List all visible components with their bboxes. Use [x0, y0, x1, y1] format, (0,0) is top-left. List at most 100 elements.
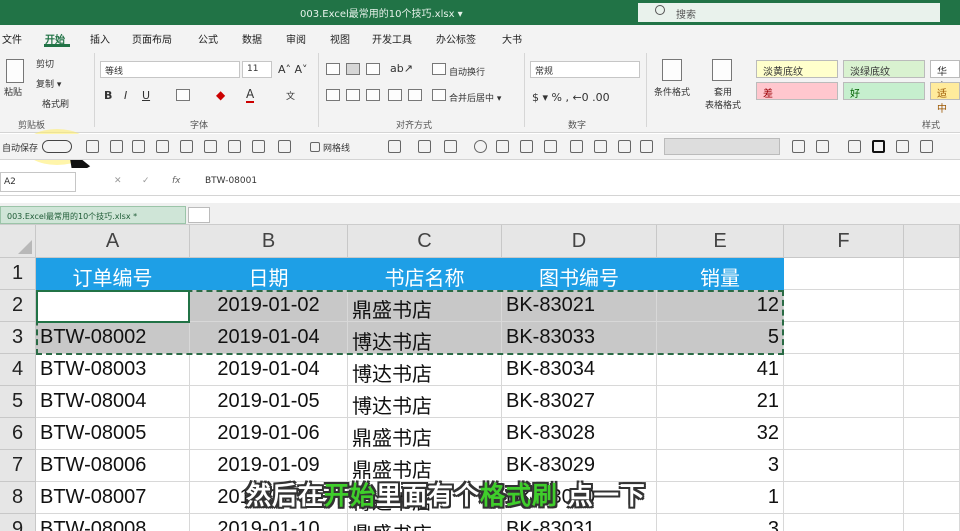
style-light-yellow[interactable]: 淡黄底纹 — [756, 60, 838, 78]
tab-data[interactable]: 数据 — [242, 31, 262, 46]
header-cell[interactable]: 图书编号 — [502, 258, 657, 290]
paste-button[interactable]: 粘贴 — [4, 85, 22, 98]
omega-icon[interactable] — [474, 140, 487, 153]
align-top-icon[interactable] — [326, 63, 340, 75]
search-icon[interactable] — [655, 5, 665, 15]
empty-cell[interactable] — [904, 514, 960, 531]
toolbar-icon[interactable] — [132, 140, 145, 153]
column-header[interactable]: A — [36, 225, 190, 258]
row-header[interactable]: 8 — [0, 482, 36, 514]
empty-cell[interactable] — [904, 418, 960, 450]
data-cell[interactable]: BTW-08004 — [36, 386, 190, 418]
toolbar-icon[interactable] — [496, 140, 509, 153]
table-format-icon[interactable] — [712, 59, 732, 81]
toolbar-icon[interactable] — [920, 140, 933, 153]
data-cell[interactable]: 2019-01-06 — [190, 418, 348, 450]
header-cell[interactable]: 日期 — [190, 258, 348, 290]
italic-button[interactable]: I — [124, 89, 127, 102]
enter-icon[interactable]: ✓ — [142, 176, 150, 186]
tab-insert[interactable]: 插入 — [90, 31, 110, 46]
data-cell[interactable]: 鼎盛书店 — [348, 418, 502, 450]
toolbar-icon[interactable] — [110, 140, 123, 153]
toolbar-icon[interactable] — [618, 140, 631, 153]
empty-cell[interactable] — [784, 450, 904, 482]
row-header[interactable]: 1 — [0, 258, 36, 290]
data-cell[interactable]: 博达书店 — [348, 386, 502, 418]
row-header[interactable]: 5 — [0, 386, 36, 418]
column-header[interactable]: D — [502, 225, 657, 258]
tab-review[interactable]: 审阅 — [286, 31, 306, 46]
align-right-icon[interactable] — [366, 89, 380, 101]
wrap-text-icon[interactable] — [432, 63, 446, 75]
conditional-format-icon[interactable] — [662, 59, 682, 81]
data-cell[interactable]: 2019-01-04 — [190, 354, 348, 386]
style-good[interactable]: 好 — [843, 82, 925, 100]
column-header[interactable]: F — [784, 225, 904, 258]
toolbar-icon[interactable] — [278, 140, 291, 153]
toolbar-icon[interactable] — [228, 140, 241, 153]
tab-page-layout[interactable]: 页面布局 — [132, 31, 172, 46]
empty-cell[interactable] — [904, 450, 960, 482]
number-buttons[interactable]: $ ▾ % , ←0 .00 — [532, 91, 610, 104]
style-huawen[interactable]: 华文 — [930, 60, 960, 93]
data-cell[interactable]: 5 — [657, 322, 784, 354]
workbook-tab[interactable]: 003.Excel最常用的10个技巧.xlsx * — [0, 206, 186, 224]
select-all-corner[interactable] — [0, 225, 36, 258]
tab-developer[interactable]: 开发工具 — [372, 31, 412, 46]
paste-icon[interactable] — [6, 59, 24, 83]
data-cell[interactable]: BK-83031 — [502, 514, 657, 531]
gridlines-checkbox[interactable] — [310, 142, 320, 152]
tab-view[interactable]: 视图 — [330, 31, 350, 46]
toolbar-icon[interactable] — [388, 140, 401, 153]
toolbar-icon[interactable] — [848, 140, 861, 153]
data-cell[interactable]: BK-83034 — [502, 354, 657, 386]
data-cell[interactable]: 博达书店 — [348, 322, 502, 354]
font-grow-button[interactable]: A˄ A˅ — [278, 63, 308, 76]
data-cell[interactable]: BK-83028 — [502, 418, 657, 450]
copy-button[interactable]: 复制 ▾ — [36, 77, 61, 90]
data-cell[interactable]: 21 — [657, 386, 784, 418]
data-cell[interactable]: 12 — [657, 290, 784, 322]
empty-cell[interactable] — [904, 290, 960, 322]
orientation-icon[interactable]: ab↗ — [390, 62, 413, 75]
tab-file[interactable]: 文件 — [2, 31, 22, 46]
data-cell[interactable]: 2019-01-10 — [190, 514, 348, 531]
data-cell[interactable]: 41 — [657, 354, 784, 386]
font-color-icon[interactable]: A — [246, 87, 255, 103]
row-header[interactable]: 3 — [0, 322, 36, 354]
toolbar-icon[interactable] — [896, 140, 909, 153]
column-header[interactable] — [904, 225, 960, 258]
empty-cell[interactable] — [784, 258, 904, 290]
empty-cell[interactable] — [784, 354, 904, 386]
cancel-icon[interactable]: ✕ — [114, 176, 122, 186]
merge-center-button[interactable]: 合并后居中 ▾ — [449, 91, 501, 104]
header-cell[interactable]: 书店名称 — [348, 258, 502, 290]
cut-button[interactable]: 剪切 — [36, 57, 54, 70]
font-name-dropdown[interactable]: 等线 — [100, 61, 240, 78]
underline-button[interactable]: U — [142, 89, 150, 102]
data-cell[interactable]: 2019-01-02 — [190, 290, 348, 322]
empty-cell[interactable] — [784, 418, 904, 450]
toolbar-icon[interactable] — [640, 140, 653, 153]
align-bottom-icon[interactable] — [366, 63, 380, 75]
data-cell[interactable]: 2019-01-05 — [190, 386, 348, 418]
wrap-text-button[interactable]: 自动换行 — [449, 65, 485, 78]
style-light-green[interactable]: 淡绿底纹 — [843, 60, 925, 78]
new-workbook-tab[interactable] — [188, 207, 210, 223]
formula-input[interactable]: BTW-08001 — [205, 176, 257, 186]
toolbar-icon[interactable] — [180, 140, 193, 153]
data-cell[interactable]: BTW-08007 — [36, 482, 190, 514]
fill-color-icon[interactable]: ◆ — [216, 88, 225, 102]
table-format-button[interactable]: 套用 表格格式 — [700, 85, 746, 111]
align-middle-icon[interactable] — [346, 63, 360, 75]
empty-cell[interactable] — [784, 386, 904, 418]
data-cell[interactable]: 鼎盛书店 — [348, 290, 502, 322]
row-header[interactable]: 9 — [0, 514, 36, 531]
window-title[interactable]: 003.Excel最常用的10个技巧.xlsx ▾ — [300, 5, 463, 20]
tab-dashu[interactable]: 大书 — [502, 31, 522, 46]
empty-cell[interactable] — [784, 290, 904, 322]
data-cell[interactable]: 32 — [657, 418, 784, 450]
toolbar-icon[interactable] — [570, 140, 583, 153]
row-header[interactable]: 7 — [0, 450, 36, 482]
data-cell[interactable]: BK-83033 — [502, 322, 657, 354]
